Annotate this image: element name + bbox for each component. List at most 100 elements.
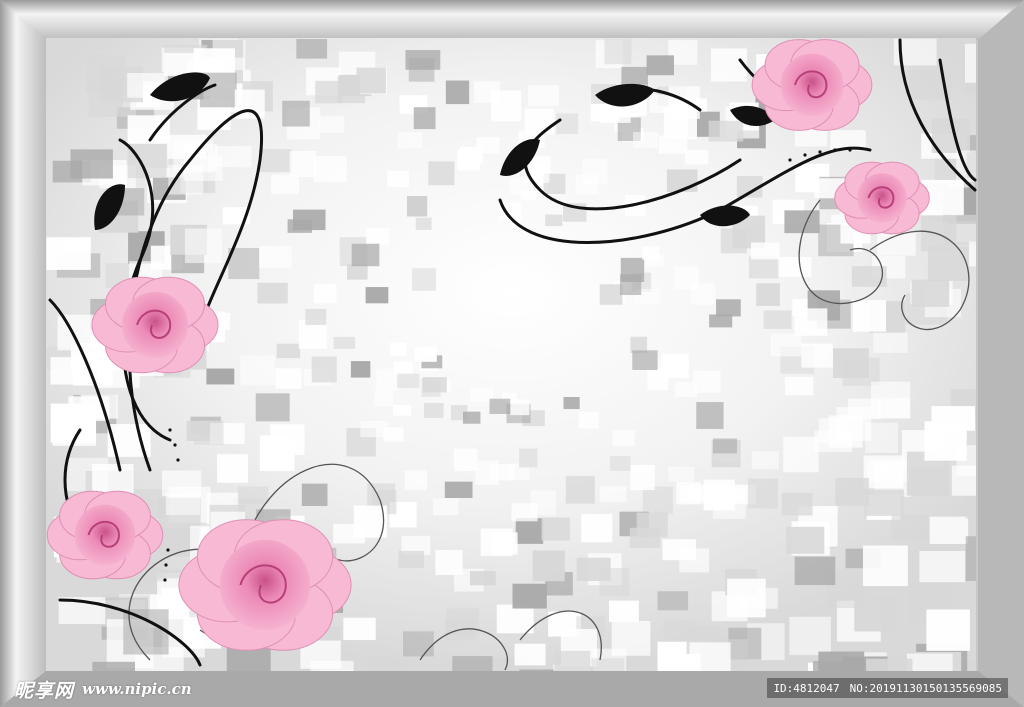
cube-tile <box>685 149 709 165</box>
cube-tile <box>415 217 432 230</box>
cube-tile <box>676 481 701 505</box>
cube-tile <box>165 493 201 515</box>
cube-tile <box>611 620 651 656</box>
cube-tile <box>314 155 347 183</box>
cube-tile <box>581 513 613 543</box>
cube-tile <box>414 347 437 362</box>
cube-tile <box>609 455 631 471</box>
cube-tile <box>836 406 872 441</box>
cube-tile <box>511 503 538 522</box>
rose <box>751 39 873 131</box>
cube-tile <box>514 643 546 666</box>
cube-tile <box>864 489 904 516</box>
cube-tile <box>924 421 967 461</box>
cube-tile <box>397 132 422 149</box>
cube-tile <box>86 54 125 94</box>
cube-tile <box>510 399 530 416</box>
rose <box>91 276 219 374</box>
cube-tile <box>305 308 327 325</box>
cube-tile <box>365 287 389 304</box>
cube-tile <box>789 616 831 656</box>
cube-tile <box>462 411 481 424</box>
cube-tile <box>435 550 463 575</box>
cube-tile <box>911 279 950 307</box>
cube-tile <box>194 420 224 445</box>
cube-tile <box>777 256 812 277</box>
cube-tile <box>259 245 292 268</box>
cube-tile <box>237 486 269 504</box>
wallpaper-image: 昵享网 www.nipic.cn ID:4812047 NO:201911301… <box>0 0 1024 707</box>
cube-tile <box>346 264 368 280</box>
cube-tile <box>489 464 515 481</box>
cube-tile <box>763 310 792 329</box>
cube-tile <box>784 376 814 396</box>
cube-tile <box>393 405 412 416</box>
watermark-id-bar: ID:4812047 NO:20191130150135569085 <box>767 678 1008 698</box>
cube-tile <box>630 465 655 491</box>
cube-tile <box>445 620 476 641</box>
cube-tile <box>609 600 639 622</box>
cube-tile <box>515 518 544 544</box>
cube-tile <box>801 343 833 368</box>
cube-tile <box>519 448 538 468</box>
cube-tile <box>289 151 317 178</box>
cube-tile <box>528 85 560 107</box>
cube-tile <box>270 424 305 455</box>
cube-tile <box>301 483 328 506</box>
cube-tile <box>496 604 534 634</box>
cube-tile <box>184 228 222 264</box>
watermark-logo: 昵享网 www.nipic.cn <box>14 678 192 702</box>
cube-tile <box>852 300 886 332</box>
cube-tile <box>563 396 580 410</box>
cube-tile <box>657 591 689 611</box>
cube-tile <box>926 609 970 651</box>
cube-tile <box>422 377 447 393</box>
cube-tile <box>432 498 459 516</box>
cube-tile <box>491 532 518 555</box>
cube-tile <box>545 214 563 227</box>
cube-tile <box>711 48 748 82</box>
cube-tile <box>311 356 337 383</box>
cube-tile <box>870 381 911 419</box>
cube-tile <box>873 332 908 353</box>
cube-tile <box>276 343 301 359</box>
rose <box>834 161 930 235</box>
cube-tile <box>582 159 608 185</box>
cube-tile <box>318 116 345 133</box>
cube-tile <box>313 284 337 304</box>
cube-tile <box>633 132 659 149</box>
cube-tile <box>929 516 969 544</box>
cube-tile <box>315 80 343 104</box>
watermark-url: www.nipic.cn <box>82 680 192 698</box>
cube-tile <box>474 81 500 103</box>
cube-tile <box>444 481 473 499</box>
cube-tile <box>708 120 744 142</box>
cube-tile <box>445 80 470 105</box>
cube-tile <box>123 609 169 655</box>
cube-tile <box>619 274 642 296</box>
cube-tile <box>642 486 673 515</box>
cube-tile <box>428 161 455 186</box>
rose <box>46 490 164 580</box>
cube-tile <box>794 308 828 336</box>
watermark-logo-text: 昵享网 <box>14 679 75 702</box>
cube-tile <box>679 548 710 573</box>
cube-tile <box>65 457 109 492</box>
cube-tile <box>599 284 623 305</box>
cube-tile <box>405 50 441 70</box>
cube-tile <box>532 550 565 582</box>
cube-tile <box>406 196 428 217</box>
cube-tile <box>206 368 235 385</box>
cube-tile <box>512 583 547 609</box>
cube-tile <box>862 545 908 587</box>
cube-tile <box>727 578 766 618</box>
cube-tile <box>240 355 275 386</box>
cube-tile <box>296 39 328 59</box>
cube-tile <box>271 174 300 195</box>
artwork <box>0 0 1024 707</box>
cube-tile <box>217 454 249 483</box>
cube-tile <box>750 242 780 260</box>
watermark-number: NO:20191130150135569085 <box>849 681 1002 695</box>
cube-tile <box>404 470 428 490</box>
cube-tile <box>356 67 386 94</box>
